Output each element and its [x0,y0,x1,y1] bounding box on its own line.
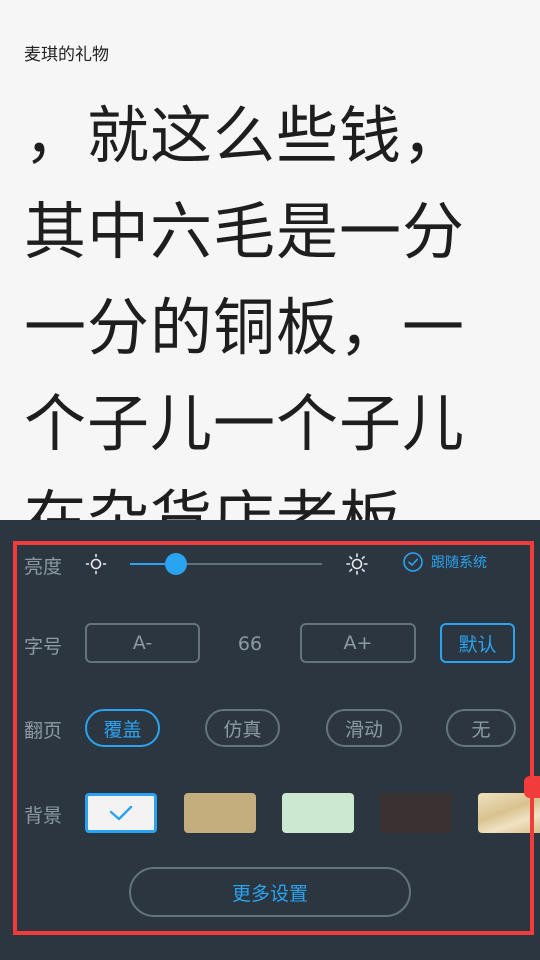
background-swatch-dark[interactable] [380,793,452,833]
background-swatch-tan[interactable] [184,793,256,833]
page-turn-label: 翻页 [24,720,63,742]
page-turn-slide-button[interactable]: 滑动 [326,709,402,747]
content-line: 其中六毛是一分 [24,195,466,268]
font-size-value: 66 [237,633,263,655]
edge-tab[interactable] [524,776,540,798]
more-settings-button[interactable]: 更多设置 [129,867,411,917]
background-label: 背景 [24,805,63,827]
book-title: 麦琪的礼物 [24,45,109,65]
font-increase-button[interactable]: A+ [300,623,416,663]
check-circle-icon [403,552,423,572]
content-line: 个子儿一个子儿 [24,387,466,460]
content-line: 一分的铜板，一 [24,291,466,364]
font-default-button[interactable]: 默认 [440,623,515,663]
check-icon [109,805,133,821]
brightness-label: 亮度 [24,556,63,578]
page-turn-simulate-button[interactable]: 仿真 [205,709,280,747]
brightness-slider[interactable] [130,553,322,575]
page-turn-none-button[interactable]: 无 [446,709,516,747]
background-swatch-mint[interactable] [282,793,354,833]
font-size-label: 字号 [24,636,63,658]
brightness-high-icon[interactable] [346,553,368,575]
follow-system-label: 跟随系统 [431,555,487,571]
background-swatch-parchment[interactable] [478,793,540,833]
background-swatch-white[interactable] [85,793,157,833]
brightness-slider-knob[interactable] [165,553,188,575]
follow-system-toggle[interactable]: 跟随系统 [403,552,487,572]
content-line: ，就这么些钱， [24,99,466,172]
page-content: ，就这么些钱， 其中六毛是一分 一分的铜板，一 个子儿一个子儿 在杂货店老板 [24,88,524,568]
font-decrease-button[interactable]: A- [85,623,200,663]
page-turn-cover-button[interactable]: 覆盖 [85,709,160,747]
brightness-low-icon[interactable] [85,553,107,575]
